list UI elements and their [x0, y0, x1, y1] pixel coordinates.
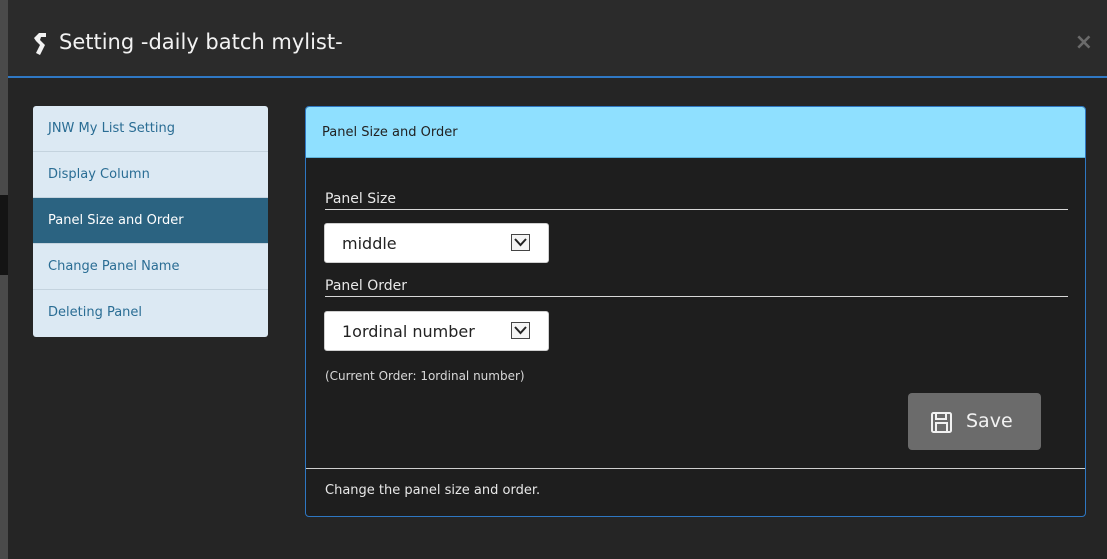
panel-header: Panel Size and Order — [306, 107, 1085, 158]
panel-order-divider — [325, 296, 1068, 297]
current-order-note: (Current Order: 1ordinal number) — [325, 369, 525, 383]
sidebar-item-display-column[interactable]: Display Column — [33, 152, 268, 198]
settings-dialog: Setting -daily batch mylist- × JNW My Li… — [8, 0, 1107, 559]
panel-order-select[interactable]: 1ordinal number — [324, 311, 549, 351]
panel-footer-divider — [306, 468, 1085, 469]
save-button[interactable]: Save — [908, 393, 1041, 450]
settings-panel: Panel Size and Order Panel Size middle P… — [305, 106, 1086, 517]
save-button-label: Save — [966, 410, 1013, 432]
chevron-down-icon[interactable] — [511, 234, 530, 251]
sidebar-item-panel-size-and-order[interactable]: Panel Size and Order — [33, 198, 268, 244]
panel-size-label: Panel Size — [325, 191, 396, 207]
panel-order-value: 1ordinal number — [342, 322, 475, 341]
close-icon[interactable]: × — [1075, 28, 1093, 58]
panel-size-select[interactable]: middle — [324, 223, 549, 263]
panel-order-label: Panel Order — [325, 278, 408, 294]
sidebar-item-change-panel-name[interactable]: Change Panel Name — [33, 244, 268, 290]
wrench-icon — [31, 31, 51, 57]
panel-size-value: middle — [342, 234, 397, 253]
dialog-header: Setting -daily batch mylist- × — [8, 0, 1107, 78]
dialog-title: Setting -daily batch mylist- — [59, 30, 343, 54]
background-edge-shadow — [0, 195, 8, 275]
panel-size-divider — [325, 209, 1068, 210]
panel-footer-text: Change the panel size and order. — [325, 483, 541, 498]
settings-sidebar: JNW My List Setting Display Column Panel… — [33, 106, 268, 337]
floppy-disk-icon — [931, 412, 952, 437]
sidebar-item-deleting-panel[interactable]: Deleting Panel — [33, 290, 268, 337]
sidebar-item-jnw-my-list-setting[interactable]: JNW My List Setting — [33, 106, 268, 152]
chevron-down-icon[interactable] — [511, 322, 530, 339]
background-edge — [0, 0, 8, 559]
